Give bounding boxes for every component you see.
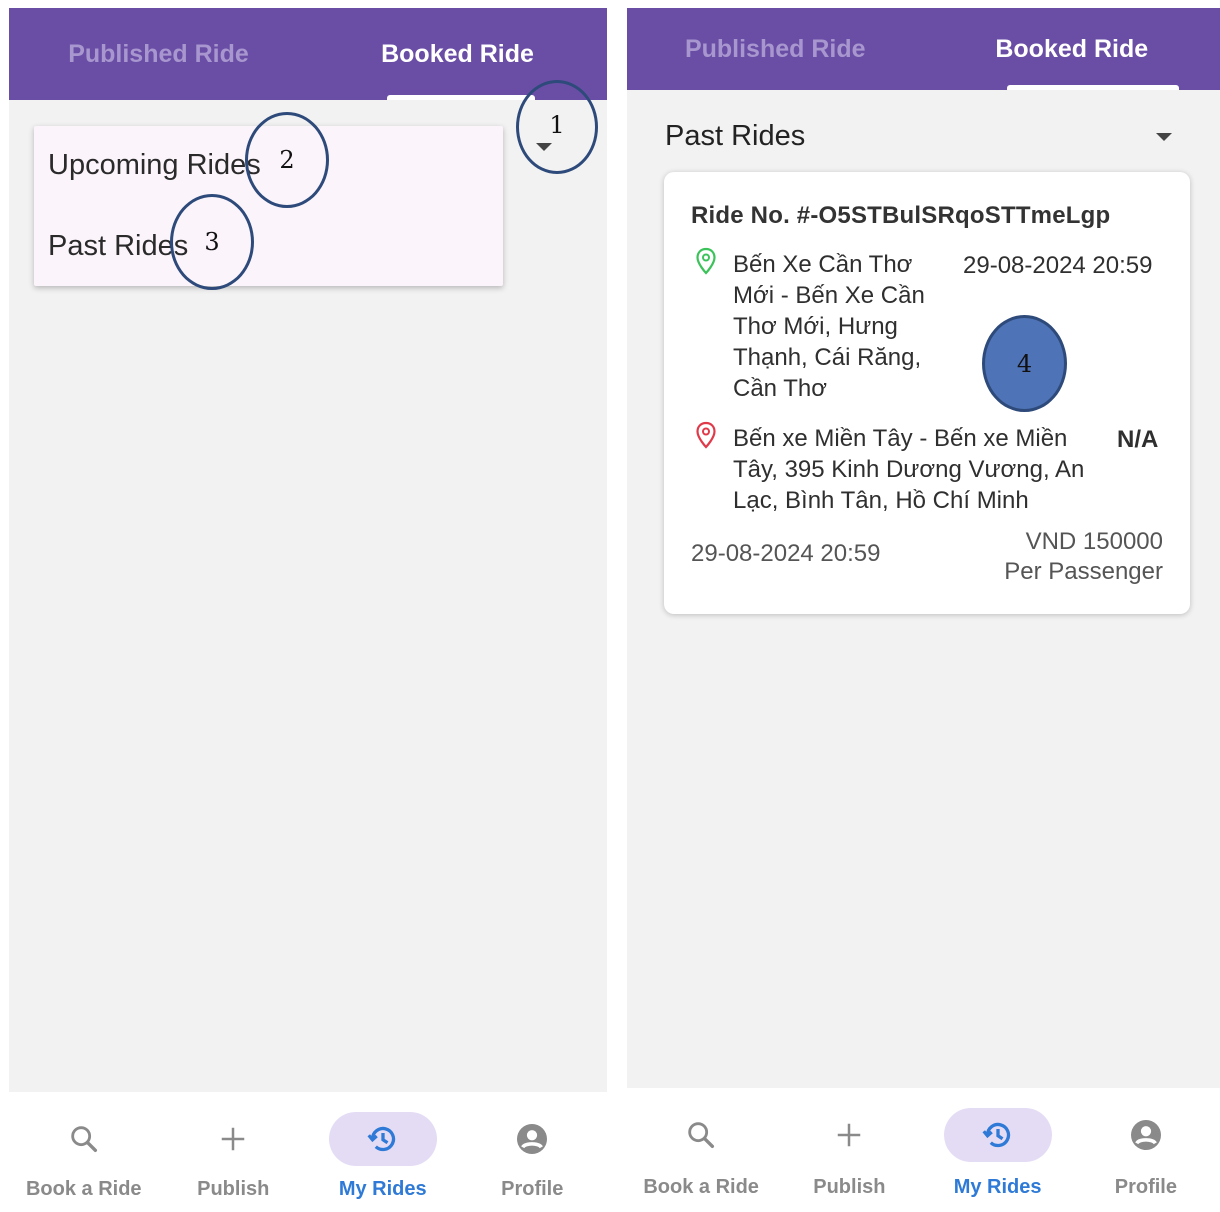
nav-publish[interactable]: Publish: [775, 1088, 923, 1212]
nav-icon-container: [795, 1108, 903, 1162]
annotation-marker-1: 1: [516, 80, 598, 174]
annotation-marker-2: 2: [245, 112, 329, 208]
tab-indicator: [387, 95, 535, 100]
tab-indicator: [1007, 85, 1179, 90]
nav-label: Publish: [197, 1178, 270, 1200]
origin-address: Bến Xe Cần Thơ Mới - Bến Xe Cần Thơ Mới,…: [733, 249, 925, 404]
origin-pin-icon: [696, 247, 716, 275]
bottom-navigation: Book a Ride Publish My Rides Profile: [627, 1088, 1220, 1212]
annotation-marker-3: 3: [170, 194, 254, 290]
dropdown-arrow-icon[interactable]: [1156, 133, 1172, 141]
nav-icon-container: [478, 1112, 586, 1166]
tab-bar: Published Ride Booked Ride: [627, 8, 1220, 90]
nav-icon-container-active: [328, 1112, 437, 1166]
nav-label: My Rides: [338, 1178, 427, 1200]
origin-datetime: 29-08-2024 20:59: [963, 252, 1153, 279]
plus-icon: [838, 1123, 861, 1147]
tab-bar: Published Ride Booked Ride: [9, 8, 607, 100]
nav-my-rides[interactable]: My Rides: [924, 1088, 1072, 1212]
price-unit: Per Passenger: [1004, 558, 1163, 585]
destination-address: Bến xe Miền Tây - Bến xe Miền Tây, 395 K…: [733, 423, 1084, 516]
nav-icon-container: [179, 1112, 287, 1166]
destination-pin-icon: [696, 421, 716, 449]
address-line: Thạnh, Cái Răng,: [733, 344, 922, 371]
annotation-marker-4: 4: [982, 315, 1067, 412]
right-screen: Published Ride Booked Ride Past Rides Ri…: [627, 8, 1220, 1212]
account-circle-icon: [517, 1124, 548, 1154]
tab-published-ride[interactable]: Published Ride: [9, 8, 308, 100]
address-line: Tây, 395 Kinh Dương Vương, An: [733, 456, 1085, 483]
menu-item-past-rides[interactable]: Past Rides: [48, 230, 188, 263]
nav-profile[interactable]: Profile: [458, 1092, 608, 1212]
address-line: Bến Xe Cần Thơ: [733, 251, 913, 278]
address-line: Cần Thơ: [733, 375, 828, 402]
tab-published-ride[interactable]: Published Ride: [627, 8, 924, 90]
address-line: Lạc, Bình Tân, Hồ Chí Minh: [733, 487, 1029, 514]
bottom-navigation: Book a Ride Publish My Rides Profile: [9, 1092, 607, 1212]
marker-number: 2: [279, 146, 295, 174]
ride-number: Ride No. #-O5STBulSRqoSTTmeLgp: [691, 202, 1111, 229]
price-amount: VND 150000: [1025, 528, 1163, 555]
nav-icon-container: [647, 1108, 755, 1162]
plus-icon: [222, 1127, 245, 1151]
nav-icon-container: [30, 1112, 138, 1166]
nav-icon-container: [1092, 1108, 1200, 1162]
destination-status: N/A: [1117, 426, 1159, 453]
account-circle-icon: [1130, 1120, 1161, 1150]
tab-booked-ride[interactable]: Booked Ride: [924, 8, 1220, 90]
search-icon: [688, 1122, 715, 1149]
nav-label: My Rides: [953, 1176, 1042, 1198]
marker-number: 4: [1016, 349, 1033, 378]
history-icon: [982, 1122, 1010, 1148]
history-icon: [367, 1126, 395, 1152]
marker-number: 3: [204, 228, 220, 256]
ride-price: VND 150000 Per Passenger: [1004, 527, 1163, 587]
nav-my-rides[interactable]: My Rides: [308, 1092, 458, 1212]
ride-date: 29-08-2024 20:59: [691, 540, 881, 567]
nav-book-a-ride[interactable]: Book a Ride: [627, 1088, 775, 1212]
nav-profile[interactable]: Profile: [1072, 1088, 1220, 1212]
nav-book-a-ride[interactable]: Book a Ride: [9, 1092, 159, 1212]
nav-label: Book a Ride: [25, 1178, 142, 1200]
nav-label: Book a Ride: [643, 1176, 759, 1198]
marker-number: 1: [549, 111, 565, 139]
menu-item-upcoming-rides[interactable]: Upcoming Rides: [48, 149, 261, 182]
nav-publish[interactable]: Publish: [159, 1092, 309, 1212]
nav-icon-container-active: [943, 1108, 1052, 1162]
ride-card[interactable]: Ride No. #-O5STBulSRqoSTTmeLgp Bến Xe Cầ…: [664, 172, 1190, 614]
nav-label: Profile: [501, 1178, 564, 1200]
address-line: Thơ Mới, Hưng: [733, 313, 898, 340]
address-line: Mới - Bến Xe Cần: [733, 282, 925, 309]
search-icon: [71, 1126, 97, 1153]
address-line: Bến xe Miền Tây - Bến xe Miền: [733, 425, 1068, 452]
ride-filter-select[interactable]: Past Rides: [665, 120, 805, 153]
nav-label: Profile: [1114, 1176, 1177, 1198]
nav-label: Publish: [813, 1176, 886, 1198]
